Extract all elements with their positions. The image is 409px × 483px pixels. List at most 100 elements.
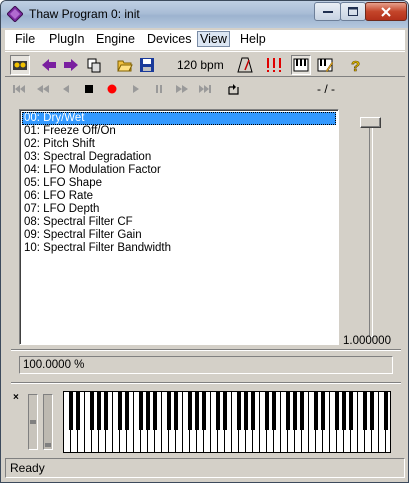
- parameter-list[interactable]: 00: Dry/Wet 01: Freeze Off/On 02: Pitch Sh…: [19, 109, 339, 345]
- minimize-button[interactable]: [314, 2, 341, 21]
- parameter-list-item[interactable]: 03: Spectral Degradation: [22, 151, 336, 164]
- black-key[interactable]: [349, 392, 353, 430]
- alert-icon: [267, 58, 281, 72]
- black-key[interactable]: [97, 392, 101, 430]
- modulation-wheel[interactable]: [43, 394, 53, 450]
- black-key[interactable]: [342, 392, 346, 430]
- black-key[interactable]: [174, 392, 178, 430]
- black-key[interactable]: [153, 392, 157, 430]
- plugin-toggle-button[interactable]: [10, 55, 30, 75]
- black-key[interactable]: [118, 392, 122, 430]
- previous-program-button[interactable]: [39, 55, 59, 75]
- menu-file[interactable]: File: [13, 32, 37, 46]
- black-key[interactable]: [335, 392, 339, 430]
- copy-program-button[interactable]: [84, 55, 104, 75]
- menu-plugin[interactable]: PlugIn: [47, 32, 86, 46]
- loop-button[interactable]: [225, 81, 241, 97]
- black-key[interactable]: [202, 392, 206, 430]
- parameter-list-item[interactable]: 04: LFO Modulation Factor: [22, 164, 336, 177]
- open-button[interactable]: [115, 55, 135, 75]
- parameter-slider-track[interactable]: [369, 121, 373, 337]
- minimize-icon: [322, 10, 333, 13]
- black-key[interactable]: [300, 392, 304, 430]
- copy-icon: [87, 58, 101, 73]
- pitch-wheel[interactable]: [28, 394, 38, 450]
- black-key[interactable]: [244, 392, 248, 430]
- menu-view[interactable]: View: [197, 31, 230, 47]
- black-key[interactable]: [286, 392, 290, 430]
- parameter-list-item[interactable]: 10: Spectral Filter Bandwidth: [22, 242, 336, 255]
- keyboard-close-button[interactable]: ×: [13, 392, 19, 403]
- black-key[interactable]: [223, 392, 227, 430]
- black-key[interactable]: [90, 392, 94, 430]
- black-key[interactable]: [69, 392, 73, 430]
- skip-end-button[interactable]: [197, 81, 213, 97]
- plugin-icon: [13, 61, 27, 70]
- app-logo-icon: [7, 6, 23, 22]
- svg-text:?: ?: [351, 58, 360, 73]
- menu-bar: File PlugIn Engine Devices View Help: [5, 30, 405, 50]
- stop-button[interactable]: [81, 81, 97, 97]
- skip-back-icon: [13, 85, 25, 93]
- record-button[interactable]: [104, 81, 120, 97]
- black-key[interactable]: [167, 392, 171, 430]
- parameter-slider-thumb[interactable]: [360, 117, 381, 128]
- parameter-list-item[interactable]: 01: Freeze Off/On: [22, 125, 336, 138]
- fast-rewind-button[interactable]: [35, 81, 51, 97]
- black-key[interactable]: [216, 392, 220, 430]
- black-key[interactable]: [321, 392, 325, 430]
- black-key[interactable]: [272, 392, 276, 430]
- editor-button[interactable]: [315, 55, 335, 75]
- skip-forward-icon: [199, 85, 211, 93]
- panic-button[interactable]: [264, 55, 284, 75]
- step-back-icon: [63, 85, 69, 93]
- black-key[interactable]: [104, 392, 108, 430]
- black-key[interactable]: [188, 392, 192, 430]
- pitch-wheel-notch: [30, 420, 36, 424]
- black-key[interactable]: [293, 392, 297, 430]
- black-key[interactable]: [195, 392, 199, 430]
- slider-value-label: 1.000000: [343, 335, 391, 347]
- close-button[interactable]: [365, 2, 407, 21]
- black-key[interactable]: [76, 392, 80, 430]
- black-key[interactable]: [237, 392, 241, 430]
- maximize-button[interactable]: [340, 2, 366, 21]
- pause-button[interactable]: [151, 81, 167, 97]
- menu-help[interactable]: Help: [238, 32, 268, 46]
- play-button[interactable]: [128, 81, 144, 97]
- step-back-button[interactable]: [58, 81, 74, 97]
- parameter-list-item[interactable]: 06: LFO Rate: [22, 190, 336, 203]
- metronome-button[interactable]: [235, 55, 255, 75]
- black-key[interactable]: [363, 392, 367, 430]
- save-button[interactable]: [137, 55, 157, 75]
- black-key[interactable]: [314, 392, 318, 430]
- fast-forward-button[interactable]: [174, 81, 190, 97]
- menu-engine[interactable]: Engine: [94, 32, 137, 46]
- title-bar[interactable]: Thaw Program 0: init: [1, 1, 408, 28]
- black-key[interactable]: [146, 392, 150, 430]
- next-program-button[interactable]: [61, 55, 81, 75]
- status-text: Ready: [10, 461, 45, 475]
- parameter-list-item[interactable]: 00: Dry/Wet: [22, 112, 336, 125]
- piano-keyboard[interactable]: [63, 391, 391, 453]
- parameter-list-item[interactable]: 05: LFO Shape: [22, 177, 336, 190]
- help-button[interactable]: ?: [345, 55, 365, 75]
- parameter-list-item[interactable]: 08: Spectral Filter CF: [22, 216, 336, 229]
- black-key[interactable]: [125, 392, 129, 430]
- rewind-start-button[interactable]: [11, 81, 27, 97]
- save-icon: [140, 58, 154, 72]
- parameter-list-item[interactable]: 02: Pitch Shift: [22, 138, 336, 151]
- metronome-icon: [237, 57, 253, 73]
- keyboard-toggle-button[interactable]: [291, 55, 311, 75]
- parameter-list-item[interactable]: 09: Spectral Filter Gain: [22, 229, 336, 242]
- black-key[interactable]: [139, 392, 143, 430]
- black-key[interactable]: [251, 392, 255, 430]
- tempo-label[interactable]: 120 bpm: [177, 58, 224, 72]
- black-key[interactable]: [370, 392, 374, 430]
- black-key[interactable]: [265, 392, 269, 430]
- folder-open-icon: [117, 60, 133, 72]
- black-key[interactable]: [384, 392, 388, 430]
- menu-devices[interactable]: Devices: [145, 32, 193, 46]
- main-toolbar: 120 bpm ?: [5, 51, 405, 77]
- parameter-list-item[interactable]: 07: LFO Depth: [22, 203, 336, 216]
